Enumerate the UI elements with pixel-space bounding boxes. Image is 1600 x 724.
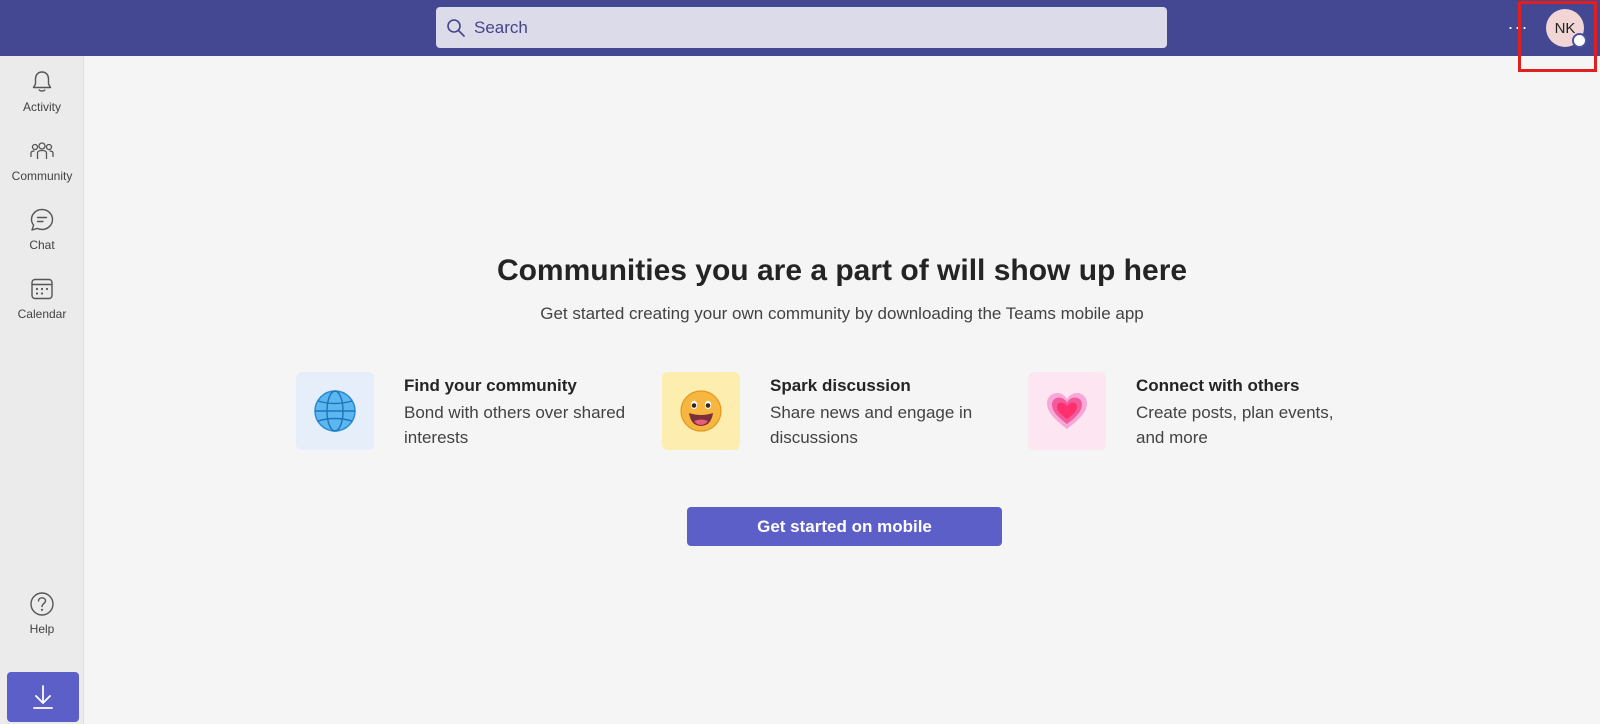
search-icon <box>447 18 465 37</box>
feature-title: Find your community <box>404 376 577 395</box>
rail-label-calendar: Calendar <box>17 307 67 321</box>
search-input[interactable]: Search <box>436 7 1167 48</box>
rail-item-activity[interactable]: Activity <box>0 68 84 130</box>
feature-desc: Bond with others over shared interests <box>404 403 626 447</box>
rail-item-help[interactable]: Help <box>0 590 84 652</box>
smile-emoji-icon <box>680 390 722 432</box>
top-bar: Search ··· <box>0 0 1600 56</box>
get-started-mobile-button[interactable]: Get started on mobile <box>687 507 1002 546</box>
feature-desc: Share news and engage in discussions <box>770 403 973 447</box>
help-icon <box>30 592 54 616</box>
chat-icon <box>30 208 54 231</box>
page-title: Communities you are a part of will show … <box>496 254 1188 287</box>
feature-tile <box>296 372 374 450</box>
globe-icon <box>314 390 356 432</box>
feature-tile <box>1028 372 1106 450</box>
feature-desc: Create posts, plan events, and more <box>1136 403 1334 447</box>
community-icon <box>30 142 54 159</box>
rail-label-community: Community <box>11 169 73 183</box>
left-rail: Activity Community Chat Calendar Help <box>0 56 84 724</box>
download-app-button[interactable] <box>7 672 79 722</box>
download-icon <box>33 685 53 709</box>
rail-label-chat: Chat <box>29 238 55 252</box>
heart-icon <box>1047 393 1087 429</box>
rail-item-chat[interactable]: Chat <box>0 206 84 268</box>
page-subtitle: Get started creating your own community … <box>540 304 1144 323</box>
feature-connect-others: Connect with others Create posts, plan e… <box>1028 372 1358 452</box>
feature-title: Spark discussion <box>770 376 911 395</box>
rail-label-help: Help <box>29 622 55 636</box>
rail-label-activity: Activity <box>22 100 61 114</box>
feature-title: Connect with others <box>1136 376 1300 395</box>
feature-find-community: Find your community Bond with others ove… <box>296 372 626 452</box>
rail-item-community[interactable]: Community <box>0 137 84 199</box>
bell-icon <box>32 71 52 92</box>
rail-item-calendar[interactable]: Calendar <box>0 275 84 337</box>
feature-tile <box>662 372 740 450</box>
search-placeholder: Search <box>474 17 528 37</box>
presence-status-icon <box>1572 33 1587 48</box>
feature-spark-discussion: Spark discussion Share news and engage i… <box>662 372 992 452</box>
calendar-icon <box>31 278 53 300</box>
avatar-initials: NK <box>1554 19 1576 37</box>
